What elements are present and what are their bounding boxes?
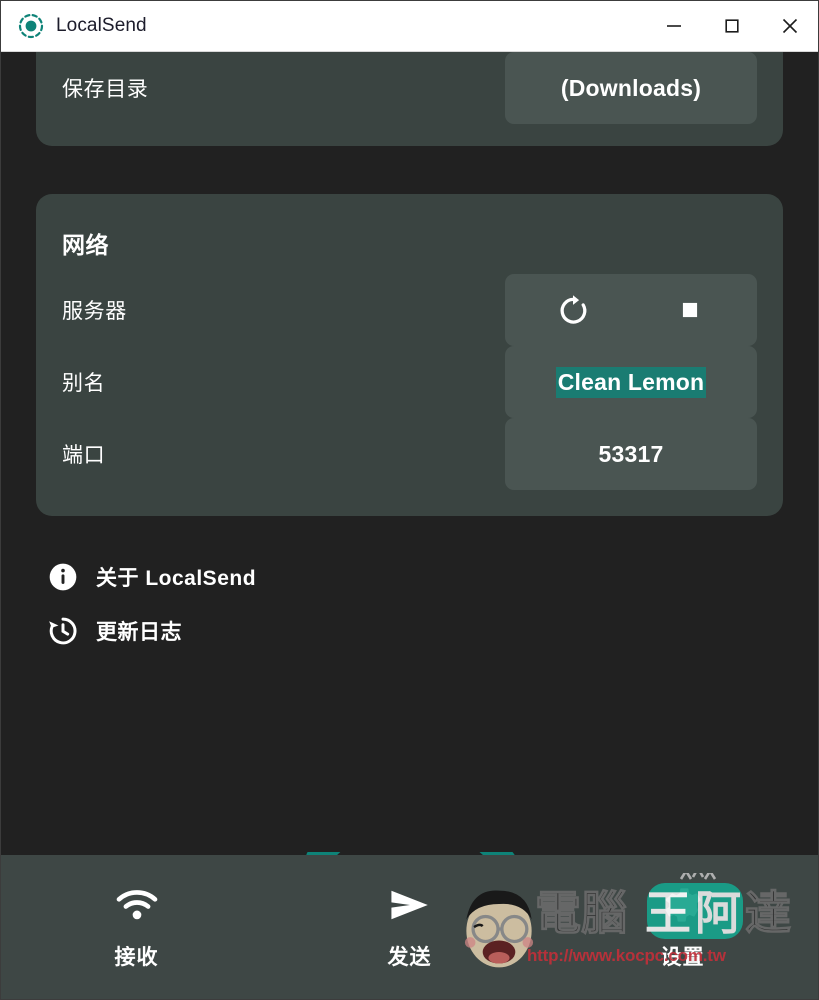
alias-input[interactable]: Clean Lemon (505, 346, 757, 418)
alias-value: Clean Lemon (555, 366, 707, 398)
history-icon (46, 614, 80, 648)
nav-send[interactable]: 发送 (273, 855, 546, 1000)
server-buttons-group (519, 283, 743, 337)
nav-settings[interactable]: 设置 (546, 855, 819, 1000)
changelog-link[interactable]: 更新日志 (46, 604, 819, 658)
bottom-navigation: 接收 发送 设置 (0, 855, 819, 1000)
localsend-logo-icon (18, 13, 44, 39)
nav-receive[interactable]: 接收 (0, 855, 273, 1000)
server-label: 服务器 (62, 300, 127, 323)
maximize-button[interactable] (703, 0, 761, 52)
server-controls (505, 274, 757, 346)
about-localsend-link[interactable]: 关于 LocalSend (46, 550, 819, 604)
changelog-label: 更新日志 (96, 621, 182, 644)
close-button[interactable] (761, 0, 819, 52)
wifi-icon (115, 885, 159, 925)
save-directory-value-button[interactable]: (Downloads) (505, 52, 757, 124)
titlebar-left: LocalSend (0, 13, 645, 39)
nav-receive-label: 接收 (114, 945, 159, 969)
port-value: 53317 (598, 440, 664, 467)
localsend-window: LocalSend 保存目录 (Downloads) 网络 服务器 别名 Cle… (0, 0, 819, 1000)
server-row: 服务器 (62, 274, 757, 346)
alias-row[interactable]: 别名 Clean Lemon (62, 346, 757, 418)
about-localsend-label: 关于 LocalSend (96, 567, 257, 590)
minimize-button[interactable] (645, 0, 703, 52)
gear-icon (661, 885, 705, 925)
network-card-title: 网络 (62, 232, 109, 258)
nav-send-label: 发送 (387, 945, 432, 969)
port-input[interactable]: 53317 (505, 418, 757, 490)
port-row[interactable]: 端口 53317 (62, 418, 757, 490)
settings-scroll-area[interactable]: 保存目录 (Downloads) 网络 服务器 别名 Clean Lemon 端… (0, 52, 819, 852)
network-card: 网络 服务器 别名 Clean Lemon 端口 53317 (36, 194, 783, 516)
window-title: LocalSend (56, 14, 147, 36)
restart-server-button[interactable] (546, 283, 600, 337)
alias-label: 别名 (62, 372, 106, 395)
window-controls (645, 0, 819, 52)
save-directory-value: (Downloads) (560, 74, 702, 101)
nav-settings-label: 设置 (660, 945, 705, 969)
save-directory-row[interactable]: 保存目录 (Downloads) (62, 52, 757, 124)
info-icon (46, 560, 80, 594)
titlebar: LocalSend (0, 0, 819, 52)
stop-server-button[interactable] (663, 283, 717, 337)
port-label: 端口 (62, 444, 106, 467)
links-section: 关于 LocalSend 更新日志 (46, 550, 819, 658)
save-directory-label: 保存目录 (62, 78, 149, 101)
storage-card: 保存目录 (Downloads) (36, 52, 783, 146)
send-icon (388, 885, 432, 925)
